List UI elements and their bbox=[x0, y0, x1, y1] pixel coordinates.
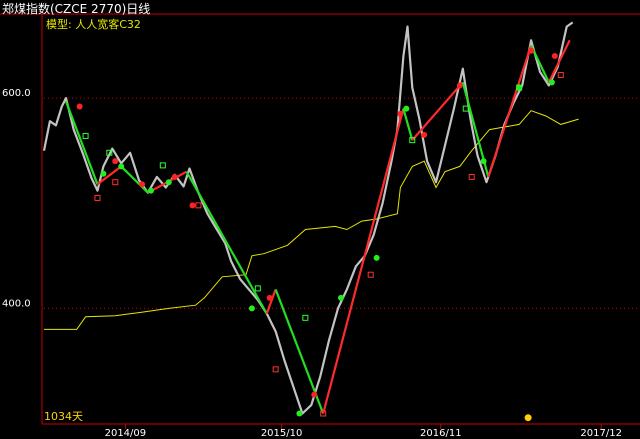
sell-marker bbox=[397, 110, 404, 117]
day-count-label: 1034天 bbox=[44, 410, 83, 423]
buy-marker bbox=[165, 179, 172, 186]
sell-marker bbox=[311, 391, 318, 398]
sell-marker bbox=[76, 103, 83, 110]
sell-marker bbox=[551, 53, 558, 60]
buy-marker bbox=[118, 163, 125, 170]
buy-marker bbox=[373, 254, 380, 261]
x-tick-label: 2015/10 bbox=[261, 428, 303, 439]
buy-marker bbox=[548, 79, 555, 86]
buy-marker bbox=[147, 187, 154, 194]
sell-marker bbox=[528, 47, 535, 54]
sell-marker bbox=[139, 181, 146, 188]
y-tick-label: 600.0 bbox=[2, 88, 31, 99]
buy-marker bbox=[100, 170, 107, 177]
sell-marker bbox=[456, 82, 463, 89]
buy-marker bbox=[403, 105, 410, 112]
x-tick-label: 2017/12 bbox=[580, 428, 622, 439]
sell-marker bbox=[421, 131, 428, 138]
buy-marker bbox=[480, 158, 487, 165]
sell-marker bbox=[189, 202, 196, 209]
y-tick-label: 400.0 bbox=[2, 298, 31, 309]
buy-marker bbox=[248, 305, 255, 312]
sell-marker bbox=[171, 173, 178, 180]
x-tick-label: 2014/09 bbox=[105, 428, 147, 439]
model-label: 模型: 人人宽客C32 bbox=[46, 18, 141, 31]
buy-marker bbox=[338, 294, 344, 301]
buy-marker bbox=[296, 410, 303, 417]
yellow-dot-marker bbox=[524, 414, 532, 422]
sell-marker bbox=[266, 294, 273, 301]
chart-title: 郑煤指数(CZCE 2770)日线 bbox=[2, 2, 151, 16]
sell-marker bbox=[112, 158, 119, 165]
chart-canvas: 400.0 600.0 2014/09 2015/10 2016/11 2017/12 bbox=[0, 0, 640, 439]
x-tick-label: 2016/11 bbox=[420, 428, 462, 439]
